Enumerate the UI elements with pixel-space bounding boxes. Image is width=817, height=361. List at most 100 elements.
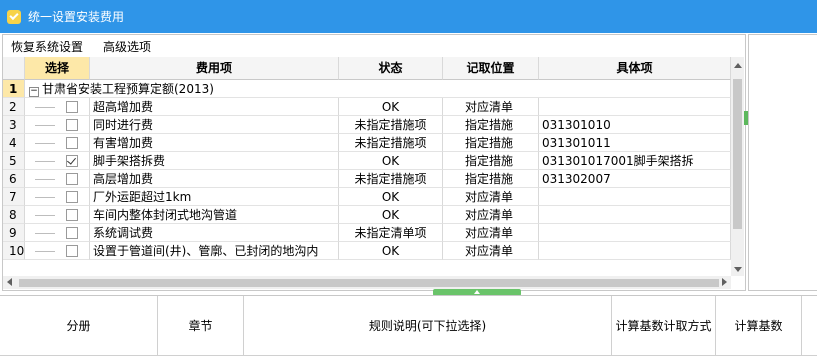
select-checkbox[interactable]: [66, 101, 78, 113]
fee-item-cell[interactable]: 系统调试费: [90, 224, 339, 242]
header-item[interactable]: 费用项: [90, 57, 339, 80]
header-select[interactable]: 选择: [25, 57, 90, 80]
table-row[interactable]: 10 设置于管道间(井)、管廓、已封闭的地沟内 OK 对应清单: [3, 242, 731, 260]
status-cell: OK: [339, 98, 443, 116]
select-checkbox[interactable]: [66, 155, 78, 167]
detail-cell[interactable]: [539, 206, 731, 224]
tree-connector: [35, 215, 55, 216]
row-number: 2: [3, 98, 25, 116]
app-check-icon: [7, 9, 21, 24]
collapse-icon[interactable]: −: [29, 87, 39, 97]
location-cell[interactable]: 对应清单: [443, 188, 539, 206]
header-chapter[interactable]: 章节: [158, 296, 244, 356]
location-cell[interactable]: 对应清单: [443, 242, 539, 260]
location-cell[interactable]: 指定措施: [443, 152, 539, 170]
select-checkbox[interactable]: [66, 137, 78, 149]
fee-item-cell[interactable]: 超高增加费: [90, 98, 339, 116]
rule-grid: 分册 章节 规则说明(可下拉选择) 计算基数计取方式 计算基数: [0, 295, 817, 361]
fee-grid-panel: 恢复系统设置 高级选项 选择 费用项 状态 记取位置 具体项 1 − 甘肃省安装工…: [2, 34, 746, 291]
row-number: 7: [3, 188, 25, 206]
group-row[interactable]: 1 − 甘肃省安装工程预算定额(2013): [3, 80, 731, 98]
detail-cell[interactable]: [539, 242, 731, 260]
detail-cell[interactable]: 031302007: [539, 170, 731, 188]
select-checkbox[interactable]: [66, 245, 78, 257]
select-cell: [25, 98, 90, 116]
location-cell[interactable]: 指定措施: [443, 170, 539, 188]
vertical-scrollbar[interactable]: [731, 57, 744, 276]
row-number: 9: [3, 224, 25, 242]
tree-connector: [35, 143, 55, 144]
row-number: 10: [3, 242, 25, 260]
detail-cell[interactable]: 031301010: [539, 116, 731, 134]
status-cell: 未指定清单项: [339, 224, 443, 242]
table-row[interactable]: 9 系统调试费 未指定清单项 对应清单: [3, 224, 731, 242]
window-title: 统一设置安装费用: [28, 10, 125, 24]
header-volume[interactable]: 分册: [0, 296, 158, 356]
fee-item-cell[interactable]: 高层增加费: [90, 170, 339, 188]
scroll-thumb[interactable]: [733, 79, 742, 229]
select-cell: [25, 224, 90, 242]
menu-restore-defaults[interactable]: 恢复系统设置: [11, 38, 83, 55]
menu-advanced-options[interactable]: 高级选项: [103, 38, 151, 55]
fee-item-cell[interactable]: 车间内整体封闭式地沟管道: [90, 206, 339, 224]
group-label: 甘肃省安装工程预算定额(2013): [42, 82, 214, 96]
detail-cell[interactable]: [539, 188, 731, 206]
status-cell: OK: [339, 152, 443, 170]
location-cell[interactable]: 对应清单: [443, 98, 539, 116]
header-rule-description[interactable]: 规则说明(可下拉选择): [244, 296, 612, 356]
header-location[interactable]: 记取位置: [443, 57, 539, 80]
detail-cell[interactable]: 031301011: [539, 134, 731, 152]
select-checkbox[interactable]: [66, 191, 78, 203]
row-number: 8: [3, 206, 25, 224]
table-row[interactable]: 2 超高增加费 OK 对应清单: [3, 98, 731, 116]
location-cell[interactable]: 对应清单: [443, 206, 539, 224]
hscroll-thumb[interactable]: [19, 279, 719, 287]
table-row[interactable]: 4 有害增加费 未指定措施项 指定措施 031301011: [3, 134, 731, 152]
table-row[interactable]: 5 脚手架搭拆费 OK 指定措施 031301017001脚手架搭拆: [3, 152, 731, 170]
header-detail[interactable]: 具体项: [539, 57, 731, 80]
select-cell: [25, 242, 90, 260]
fee-item-cell[interactable]: 脚手架搭拆费: [90, 152, 339, 170]
header-base[interactable]: 计算基数: [716, 296, 802, 356]
tree-connector: [35, 107, 55, 108]
select-cell: [25, 152, 90, 170]
select-checkbox[interactable]: [66, 173, 78, 185]
table-row[interactable]: 6 高层增加费 未指定措施项 指定措施 031302007: [3, 170, 731, 188]
select-checkbox[interactable]: [66, 119, 78, 131]
select-checkbox[interactable]: [66, 227, 78, 239]
scroll-up-icon[interactable]: [734, 63, 742, 68]
right-panel: [748, 34, 817, 291]
header-base-method[interactable]: 计算基数计取方式: [612, 296, 716, 356]
table-row[interactable]: 8 车间内整体封闭式地沟管道 OK 对应清单: [3, 206, 731, 224]
select-checkbox[interactable]: [66, 209, 78, 221]
status-cell: 未指定措施项: [339, 134, 443, 152]
fee-item-cell[interactable]: 同时进行费: [90, 116, 339, 134]
tree-connector: [35, 233, 55, 234]
scroll-down-icon[interactable]: [734, 267, 742, 272]
header-status[interactable]: 状态: [339, 57, 443, 80]
select-cell: [25, 170, 90, 188]
table-row[interactable]: 3 同时进行费 未指定措施项 指定措施 031301010: [3, 116, 731, 134]
row-number: 4: [3, 134, 25, 152]
fee-item-cell[interactable]: 厂外运距超过1km: [90, 188, 339, 206]
location-cell[interactable]: 对应清单: [443, 224, 539, 242]
tree-connector: [35, 179, 55, 180]
detail-cell[interactable]: [539, 224, 731, 242]
scroll-left-icon[interactable]: [7, 278, 12, 286]
select-cell: [25, 206, 90, 224]
scroll-right-icon[interactable]: [722, 278, 727, 286]
status-cell: 未指定措施项: [339, 116, 443, 134]
horizontal-scrollbar[interactable]: [3, 276, 731, 289]
select-cell: [25, 134, 90, 152]
row-number: 6: [3, 170, 25, 188]
row-number: 1: [3, 80, 25, 98]
table-row[interactable]: 7 厂外运距超过1km OK 对应清单: [3, 188, 731, 206]
detail-cell[interactable]: 031301017001脚手架搭拆: [539, 152, 731, 170]
detail-cell[interactable]: [539, 98, 731, 116]
location-cell[interactable]: 指定措施: [443, 134, 539, 152]
status-cell: 未指定措施项: [339, 170, 443, 188]
tree-connector: [35, 125, 55, 126]
fee-item-cell[interactable]: 设置于管道间(井)、管廓、已封闭的地沟内: [90, 242, 339, 260]
location-cell[interactable]: 指定措施: [443, 116, 539, 134]
fee-item-cell[interactable]: 有害增加费: [90, 134, 339, 152]
